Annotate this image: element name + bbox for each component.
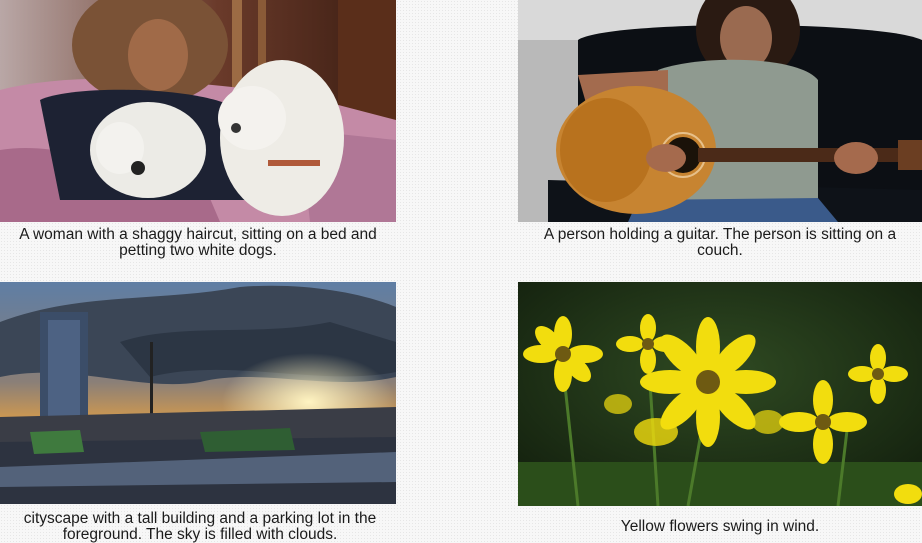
caption-line: Yellow flowers swing in wind. [620,518,820,535]
image-caption: A woman with a shaggy haircut, sitting o… [0,227,396,259]
caption-line: A person holding a guitar. The person is… [543,226,897,243]
image-caption: cityscape with a tall building and a par… [0,511,406,543]
yellow-flowers-image [518,282,922,506]
woman-with-dogs-image [0,0,396,222]
caption-line: A woman with a shaggy haircut, sitting o… [19,226,377,243]
caption-line: petting two white dogs. [119,242,277,259]
image-caption: A person holding a guitar. The person is… [518,227,922,259]
caption-line: couch. [697,242,743,259]
cityscape-sunset-image [0,282,396,504]
caption-line: cityscape with a tall building and a par… [23,510,377,527]
person-with-guitar-image [518,0,922,222]
image-caption: Yellow flowers swing in wind. [518,519,922,535]
caption-line: foreground. The sky is filled with cloud… [62,526,338,543]
